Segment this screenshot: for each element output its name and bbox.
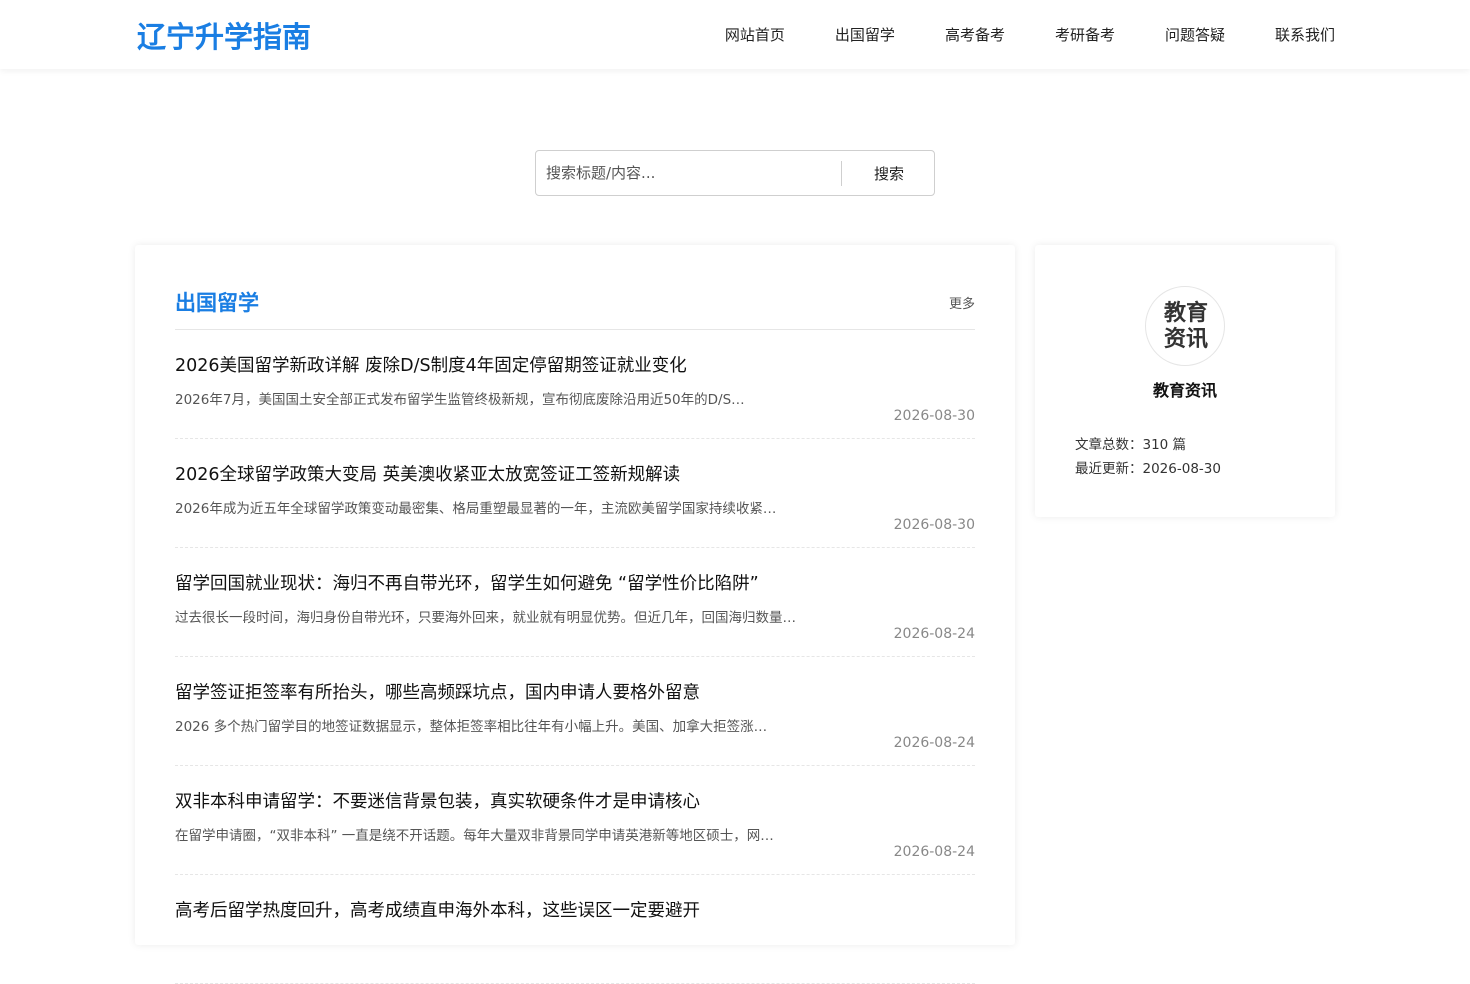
article-date: 2026-08-30	[893, 408, 975, 424]
avatar-text-line-1: 教育	[1164, 300, 1208, 326]
nav-item-study-abroad[interactable]: 出国留学	[835, 24, 895, 45]
nav-item-contact[interactable]: 联系我们	[1275, 24, 1335, 45]
site-logo[interactable]: 辽宁升学指南	[137, 14, 311, 56]
article-title[interactable]: 高考后留学热度回升，高考成绩直申海外本科，这些误区一定要避开	[175, 897, 700, 922]
avatar-text-line-2: 资讯	[1164, 327, 1208, 352]
list-item[interactable]: 双非本科申请留学：不要迷信背景包装，真实软硬条件才是申请核心 在留学申请圈，“双…	[175, 766, 975, 875]
main-nav: 网站首页 出国留学 高考备考 考研备考 问题答疑 联系我们	[675, 24, 1335, 45]
avatar: 教育 资讯	[1145, 286, 1225, 366]
article-date: 2026-08-30	[893, 517, 975, 533]
article-title[interactable]: 留学回国就业现状：海归不再自带光环，留学生如何避免 “留学性价比陷阱”	[175, 570, 759, 595]
article-list: 2026美国留学新政详解 废除D/S制度4年固定停留期签证就业变化 2026年7…	[175, 330, 975, 984]
article-title[interactable]: 2026全球留学政策大变局 英美澳收紧亚太放宽签证工签新规解读	[175, 461, 680, 486]
avatar-logo: 教育 资讯	[1164, 300, 1208, 352]
list-item[interactable]: 2026美国留学新政详解 废除D/S制度4年固定停留期签证就业变化 2026年7…	[175, 330, 975, 439]
article-title[interactable]: 双非本科申请留学：不要迷信背景包装，真实软硬条件才是申请核心	[175, 788, 700, 813]
article-count: 文章总数：310 篇	[1075, 437, 1187, 453]
search-box: 搜索	[535, 150, 935, 196]
article-summary: 在留学申请圈，“双非本科” 一直是绕不开话题。每年大量双非背景同学申请英港新等地…	[175, 828, 774, 844]
list-item[interactable]: 2026全球留学政策大变局 英美澳收紧亚太放宽签证工签新规解读 2026年成为近…	[175, 439, 975, 548]
search-input[interactable]	[546, 162, 836, 184]
more-link[interactable]: 更多	[949, 293, 975, 312]
article-summary: 2026年成为近五年全球留学政策变动最密集、格局重塑最显著的一年，主流欧美留学国…	[175, 501, 777, 517]
section-title: 出国留学	[175, 291, 259, 315]
nav-item-postgrad[interactable]: 考研备考	[1055, 24, 1115, 45]
article-list-card: 出国留学 更多 2026美国留学新政详解 废除D/S制度4年固定停留期签证就业变…	[135, 245, 1015, 984]
site-stats: 文章总数：310 篇 最近更新：2026-08-30	[1075, 433, 1221, 481]
list-item[interactable]: 高考后留学热度回升，高考成绩直申海外本科，这些误区一定要避开	[175, 875, 975, 984]
article-title[interactable]: 留学签证拒签率有所抬头，哪些高频踩坑点，国内申请人要格外留意	[175, 679, 700, 704]
article-date: 2026-08-24	[893, 844, 975, 860]
article-date: 2026-08-24	[893, 735, 975, 751]
section-header: 出国留学 更多	[175, 287, 975, 330]
article-summary: 过去很长一段时间，海归身份自带光环，只要海外回来，就业就有明显优势。但近几年，回…	[175, 610, 796, 626]
search-divider	[841, 161, 842, 186]
article-date: 2026-08-24	[893, 626, 975, 642]
article-title[interactable]: 2026美国留学新政详解 废除D/S制度4年固定停留期签证就业变化	[175, 352, 687, 377]
last-update: 最近更新：2026-08-30	[1075, 461, 1221, 477]
article-summary: 2026年7月，美国国土安全部正式发布留学生监管终极新规，宣布彻底废除沿用近50…	[175, 392, 745, 408]
site-name: 教育资讯	[1152, 381, 1217, 400]
article-summary: 2026 多个热门留学目的地签证数据显示，整体拒签率相比往年有小幅上升。美国、加…	[175, 719, 768, 735]
nav-item-qa[interactable]: 问题答疑	[1165, 24, 1225, 45]
list-item[interactable]: 留学签证拒签率有所抬头，哪些高频踩坑点，国内申请人要格外留意 2026 多个热门…	[175, 657, 975, 766]
search-button[interactable]: 搜索	[843, 151, 935, 195]
site-info-card: 教育 资讯 教育资讯 文章总数：310 篇 最近更新：2026-08-30	[1035, 245, 1335, 517]
top-navbar: 辽宁升学指南 网站首页 出国留学 高考备考 考研备考 问题答疑 联系我们	[0, 0, 1470, 69]
nav-item-home[interactable]: 网站首页	[725, 24, 785, 45]
list-item[interactable]: 留学回国就业现状：海归不再自带光环，留学生如何避免 “留学性价比陷阱” 过去很长…	[175, 548, 975, 657]
nav-item-gaokao[interactable]: 高考备考	[945, 24, 1005, 45]
